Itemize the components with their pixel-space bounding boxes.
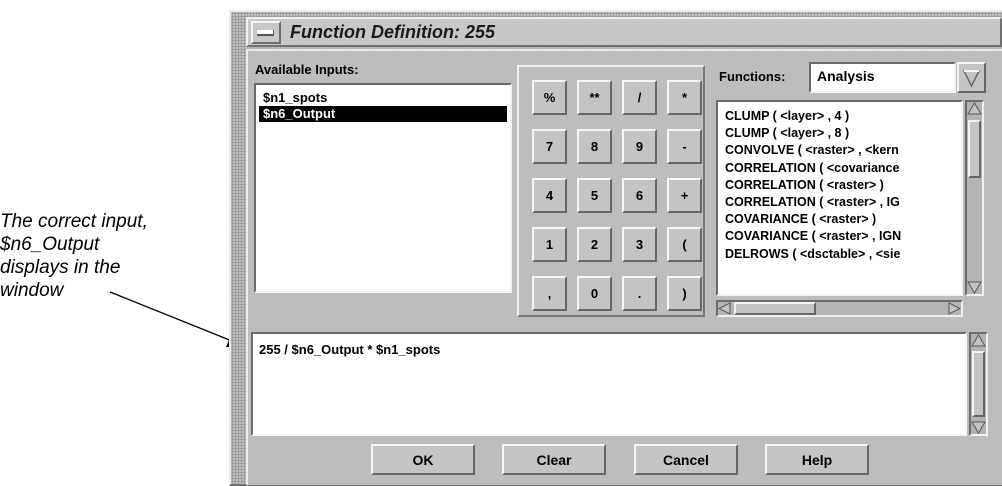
available-inputs-label: Available Inputs:	[255, 62, 359, 77]
key-divide[interactable]: /	[622, 80, 657, 115]
functions-vertical-scrollbar[interactable]	[965, 100, 984, 296]
function-item[interactable]: CORRELATION ( <covariance	[721, 160, 958, 177]
key-4[interactable]: 4	[532, 178, 567, 213]
clear-button[interactable]: Clear	[502, 444, 606, 475]
scrollbar-thumb[interactable]	[972, 351, 985, 417]
key-percent[interactable]: %	[532, 80, 567, 115]
functions-list[interactable]: CLUMP ( <layer> , 4 ) CLUMP ( <layer> , …	[716, 100, 963, 296]
function-item[interactable]: CORRELATION ( <raster> , IG	[721, 194, 958, 211]
cancel-button[interactable]: Cancel	[634, 444, 738, 475]
window-menu-button[interactable]	[251, 21, 281, 44]
scroll-down-arrow-icon[interactable]	[971, 421, 986, 434]
function-item[interactable]: CLUMP ( <layer> , 8 )	[721, 125, 958, 142]
functions-category-select[interactable]: Analysis	[809, 62, 956, 93]
key-comma[interactable]: ,	[532, 276, 567, 311]
scroll-up-arrow-icon[interactable]	[967, 102, 982, 115]
help-button[interactable]: Help	[765, 444, 869, 475]
expression-input[interactable]: 255 / $n6_Output * $n1_spots	[251, 332, 967, 436]
key-9[interactable]: 9	[622, 129, 657, 164]
key-3[interactable]: 3	[622, 227, 657, 262]
annotation-line: The correct input,	[0, 211, 148, 232]
keypad-grid: % ** / * 7 8 9 - 4 5 6 + 1 2 3 ( , 0 . )	[532, 80, 702, 311]
function-item[interactable]: CONVOLVE ( <raster> , <kern	[721, 142, 958, 159]
function-item[interactable]: CLUMP ( <layer> , 4 )	[721, 108, 958, 125]
list-item-selected[interactable]: $n6_Output	[259, 106, 507, 122]
functions-dropdown-button[interactable]	[957, 62, 986, 93]
functions-horizontal-scrollbar[interactable]	[716, 300, 963, 317]
ok-button[interactable]: OK	[371, 444, 475, 475]
expression-vertical-scrollbar[interactable]	[969, 332, 988, 436]
function-item[interactable]: COVARIANCE ( <raster> )	[721, 211, 958, 228]
function-item[interactable]: CORRELATION ( <raster> )	[721, 177, 958, 194]
scrollbar-thumb[interactable]	[734, 302, 816, 315]
key-power[interactable]: **	[577, 80, 612, 115]
annotation-line: $n6_Output	[0, 234, 100, 255]
functions-label: Functions:	[719, 69, 786, 84]
chevron-down-icon	[962, 70, 981, 88]
scroll-right-arrow-icon[interactable]	[948, 302, 961, 315]
function-item[interactable]: COVARIANCE ( <raster> , IGN	[721, 228, 958, 245]
available-inputs-list[interactable]: $n1_spots $n6_Output	[254, 83, 512, 293]
annotation-line: window	[0, 280, 64, 301]
key-1[interactable]: 1	[532, 227, 567, 262]
key-8[interactable]: 8	[577, 129, 612, 164]
list-item[interactable]: $n1_spots	[259, 90, 507, 106]
function-item[interactable]: DELROWS ( <dsctable> , <sie	[721, 246, 958, 263]
scroll-down-arrow-icon[interactable]	[967, 281, 982, 294]
key-5[interactable]: 5	[577, 178, 612, 213]
key-minus[interactable]: -	[667, 129, 702, 164]
key-6[interactable]: 6	[622, 178, 657, 213]
scrollbar-thumb[interactable]	[968, 120, 981, 178]
scroll-left-arrow-icon[interactable]	[718, 302, 731, 315]
window-title: Function Definition: 255	[290, 22, 495, 42]
annotation-line: displays in the	[0, 257, 121, 278]
key-7[interactable]: 7	[532, 129, 567, 164]
key-multiply[interactable]: *	[667, 80, 702, 115]
annotation-callout: The correct input, $n6_Output displays i…	[0, 210, 225, 302]
scroll-up-arrow-icon[interactable]	[971, 334, 986, 347]
key-2[interactable]: 2	[577, 227, 612, 262]
key-open-paren[interactable]: (	[667, 227, 702, 262]
window-menu-icon	[257, 30, 274, 36]
key-period[interactable]: .	[622, 276, 657, 311]
key-plus[interactable]: +	[667, 178, 702, 213]
key-0[interactable]: 0	[577, 276, 612, 311]
key-close-paren[interactable]: )	[667, 276, 702, 311]
